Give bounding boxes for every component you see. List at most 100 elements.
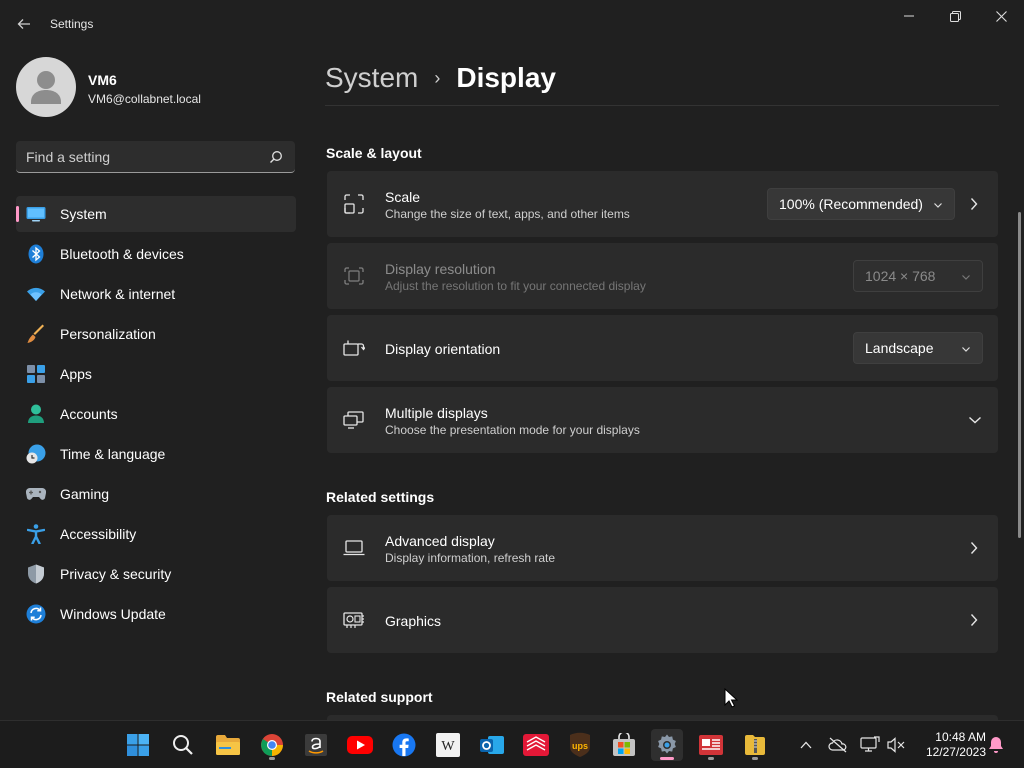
settings-search[interactable]	[16, 141, 295, 173]
sidebar-item-gaming[interactable]: Gaming	[16, 476, 296, 512]
start-icon[interactable]	[122, 729, 154, 761]
scale-title: Scale	[385, 189, 421, 205]
settings-icon[interactable]	[651, 729, 683, 761]
chevron-right-icon[interactable]	[966, 539, 982, 557]
search-icon[interactable]	[269, 150, 283, 164]
section-title-related-settings: Related settings	[326, 489, 435, 505]
amazon-icon[interactable]	[300, 729, 332, 761]
sidebar-item-label: Gaming	[60, 486, 110, 502]
search-input[interactable]	[26, 147, 256, 167]
display-resolution-card: Display resolution Adjust the resolution…	[327, 243, 998, 309]
sidebar-item-apps[interactable]: Apps	[16, 356, 296, 392]
close-icon	[995, 10, 1007, 22]
bank-of-america-icon[interactable]	[520, 729, 552, 761]
back-button[interactable]	[10, 10, 38, 38]
multiple-displays-card[interactable]: Multiple displays Choose the presentatio…	[327, 387, 998, 453]
page-title: Display	[456, 62, 556, 93]
resolution-dropdown: 1024 × 768	[853, 260, 983, 292]
update-icon	[26, 604, 46, 624]
sidebar-item-personalization[interactable]: Personalization	[16, 316, 296, 352]
user-email: VM6@collabnet.local	[88, 92, 201, 106]
person-icon	[26, 404, 46, 424]
brush-icon	[26, 324, 46, 344]
minimize-button[interactable]	[886, 0, 932, 32]
running-indicator	[269, 757, 275, 760]
minimize-icon	[904, 15, 914, 17]
sidebar-item-label: Accounts	[60, 406, 118, 422]
orientation-title: Display orientation	[385, 341, 501, 357]
scale-subtitle: Change the size of text, apps, and other…	[385, 207, 630, 221]
breadcrumb-separator: ›	[434, 67, 441, 88]
youtube-icon[interactable]	[344, 729, 376, 761]
ups-icon[interactable]: ups	[564, 729, 596, 761]
file-explorer-icon[interactable]	[212, 729, 244, 761]
sidebar-item-network[interactable]: Network & internet	[16, 276, 296, 312]
resolution-dropdown-value: 1024 × 768	[865, 268, 936, 284]
outlook-icon[interactable]	[476, 729, 508, 761]
search-icon[interactable]	[167, 729, 199, 761]
resolution-title: Display resolution	[385, 261, 496, 277]
back-arrow-icon	[17, 19, 30, 29]
restore-button[interactable]	[932, 0, 978, 32]
active-app-indicator	[660, 757, 674, 760]
monitor-icon	[26, 204, 46, 224]
network-icon[interactable]	[860, 735, 880, 755]
chevron-right-icon[interactable]	[966, 195, 982, 213]
sidebar-item-system[interactable]: System	[16, 196, 296, 232]
multiple-displays-title: Multiple displays	[385, 405, 488, 421]
sidebar-item-privacy-security[interactable]: Privacy & security	[16, 556, 296, 592]
facebook-icon[interactable]	[388, 729, 420, 761]
graphics-title: Graphics	[385, 613, 442, 629]
orientation-dropdown-value: Landscape	[865, 340, 934, 356]
clock[interactable]: 10:48 AM 12/27/2023	[912, 730, 986, 760]
chevron-down-icon	[962, 275, 970, 280]
user-name: VM6	[88, 72, 117, 88]
running-indicator	[752, 757, 758, 760]
user-avatar-icon	[31, 71, 61, 104]
breadcrumb: System › Display	[325, 58, 556, 98]
sidebar-item-accounts[interactable]: Accounts	[16, 396, 296, 432]
microsoft-store-icon[interactable]	[608, 729, 640, 761]
restore-icon	[949, 10, 961, 22]
chevron-right-icon[interactable]	[966, 611, 982, 629]
sidebar-item-bluetooth[interactable]: Bluetooth & devices	[16, 236, 296, 272]
sidebar-item-label: Bluetooth & devices	[60, 246, 184, 262]
sidebar-item-accessibility[interactable]: Accessibility	[16, 516, 296, 552]
section-title-related-support: Related support	[326, 689, 433, 705]
sidebar-item-label: Privacy & security	[60, 566, 172, 582]
notification-bell-icon[interactable]	[986, 735, 1006, 755]
news-icon[interactable]	[695, 729, 727, 761]
header-divider	[325, 105, 999, 106]
laptop-icon	[343, 538, 365, 558]
sidebar-item-windows-update[interactable]: Windows Update	[16, 596, 296, 632]
archive-icon[interactable]	[739, 729, 771, 761]
gpu-icon	[343, 610, 365, 630]
sidebar-item-label: Personalization	[60, 326, 156, 342]
scale-dropdown[interactable]: 100% (Recommended)	[767, 188, 955, 220]
chevron-down-icon[interactable]	[968, 411, 982, 429]
graphics-card[interactable]: Graphics	[327, 587, 998, 653]
volume-muted-icon[interactable]	[886, 735, 906, 755]
apps-icon	[26, 364, 46, 384]
breadcrumb-parent[interactable]: System	[325, 62, 418, 94]
app-title: Settings	[50, 17, 94, 31]
orientation-dropdown[interactable]: Landscape	[853, 332, 983, 364]
avatar[interactable]	[16, 57, 76, 117]
scrollbar-thumb[interactable]	[1018, 212, 1021, 538]
title-bar: Settings	[0, 0, 1024, 48]
bluetooth-icon	[26, 244, 46, 264]
sidebar-item-time-language[interactable]: Time & language	[16, 436, 296, 472]
chevron-up-icon[interactable]	[796, 735, 816, 755]
onedrive-off-icon[interactable]	[828, 735, 848, 755]
wifi-icon	[26, 284, 46, 304]
close-button[interactable]	[978, 0, 1024, 32]
chevron-down-icon	[962, 347, 970, 352]
wikipedia-icon[interactable]: W	[432, 729, 464, 761]
sidebar-item-label: Apps	[60, 366, 92, 382]
sidebar-nav: System Bluetooth & devices Network & int…	[16, 196, 296, 636]
sidebar-item-label: Network & internet	[60, 286, 176, 302]
chrome-icon[interactable]	[256, 729, 288, 761]
sidebar-item-label: Accessibility	[60, 526, 137, 542]
advanced-display-card[interactable]: Advanced display Display information, re…	[327, 515, 998, 581]
scale-card[interactable]: Scale Change the size of text, apps, and…	[327, 171, 998, 237]
